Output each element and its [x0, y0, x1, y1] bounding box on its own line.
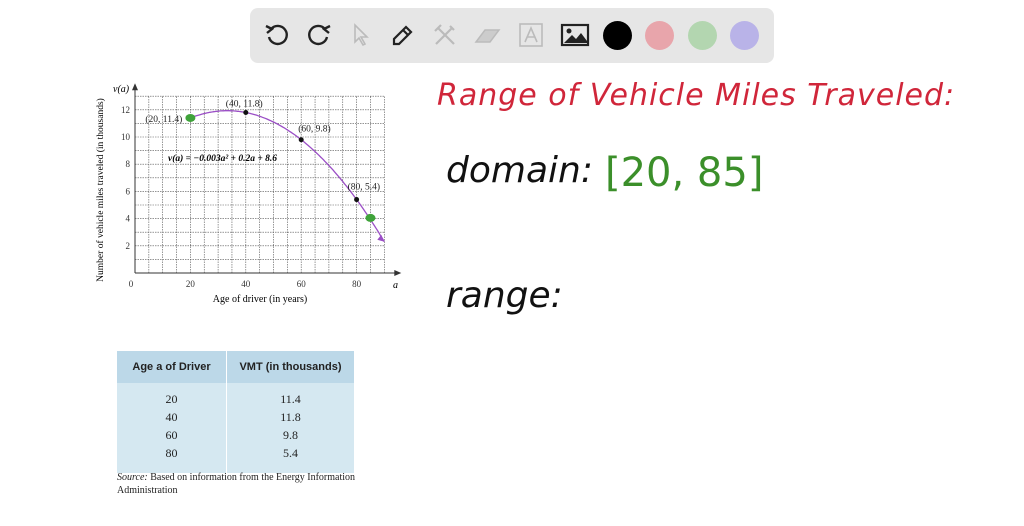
table-cell: 80	[117, 444, 227, 473]
x-tick-label: 60	[297, 279, 307, 289]
chart-marks: (20, 11.4) (40, 11.8) (60, 9.8) (80, 5.4)	[145, 99, 385, 242]
x-tick-label: 40	[241, 279, 251, 289]
color-purple[interactable]	[730, 21, 759, 50]
y-tick-label: 8	[126, 159, 131, 169]
source-text: Based on information from the Energy Inf…	[117, 472, 355, 496]
y-tick-label: 10	[121, 132, 131, 142]
data-point-label: (40, 11.8)	[226, 99, 263, 110]
y-tick-label: 6	[126, 186, 131, 196]
vmt-table: Age a of Driver VMT (in thousands) 20 11.…	[117, 351, 354, 473]
data-point-label: (20, 11.4)	[145, 114, 182, 125]
data-point	[354, 197, 360, 203]
data-point-label: (60, 9.8)	[298, 124, 330, 135]
table-cell: 9.8	[283, 427, 298, 442]
table-source: Source: Based on information from the En…	[117, 471, 357, 497]
table-cell: 11.4	[280, 391, 301, 406]
y-tick-label: 4	[126, 214, 131, 224]
image-icon[interactable]	[560, 20, 590, 50]
tools-icon[interactable]	[430, 20, 460, 50]
y-tick-label: 2	[126, 241, 131, 251]
y-axis-short-label: v(a)	[113, 84, 130, 95]
eraser-icon[interactable]	[472, 20, 502, 50]
vmt-chart: 0 20 40 60 80 2 4 6 8 10 12 (20, 11.4) (40, 11.8) (6…	[95, 83, 402, 305]
equation-label: v(a) = −0.003a² + 0.2a + 8.6	[168, 153, 277, 164]
handwritten-domain-label: domain:	[446, 150, 593, 191]
x-axis-arrow	[394, 270, 402, 276]
text-icon[interactable]	[516, 20, 546, 50]
highlight-mark	[365, 213, 376, 222]
source-label: Source:	[117, 472, 148, 483]
table-cell: 20	[117, 383, 227, 408]
handwritten-range-label: range:	[446, 275, 563, 316]
x-tick-label: 20	[186, 279, 196, 289]
data-point	[298, 137, 304, 143]
x-axis-label: Age of driver (in years)	[213, 294, 307, 305]
table-cell: 5.4	[283, 445, 298, 460]
x-axis-short-label: a	[393, 280, 398, 291]
color-green[interactable]	[688, 21, 717, 50]
y-axis-arrow	[132, 83, 138, 91]
data-point	[243, 110, 249, 116]
x-tick-label: 80	[352, 279, 362, 289]
y-axis-label: Number of vehicle miles traveled (in tho…	[95, 98, 106, 282]
table-cell: 11.8	[280, 409, 301, 424]
handwritten-title: Range of Vehicle Miles Traveled:	[437, 78, 956, 113]
highlight-mark	[185, 113, 196, 122]
table-header: Age a of Driver	[117, 351, 227, 383]
table-header: VMT (in thousands)	[226, 351, 354, 383]
color-black[interactable]	[603, 21, 632, 50]
table-cell: 40	[117, 408, 227, 426]
handwritten-domain-value: [20, 85]	[605, 150, 764, 196]
x-tick-label: 0	[129, 279, 134, 289]
data-point-label: (80, 5.4)	[348, 182, 380, 193]
color-pink[interactable]	[645, 21, 674, 50]
y-tick-label: 12	[121, 105, 130, 115]
curve-arrow	[377, 234, 385, 242]
table-cell: 60	[117, 426, 227, 444]
